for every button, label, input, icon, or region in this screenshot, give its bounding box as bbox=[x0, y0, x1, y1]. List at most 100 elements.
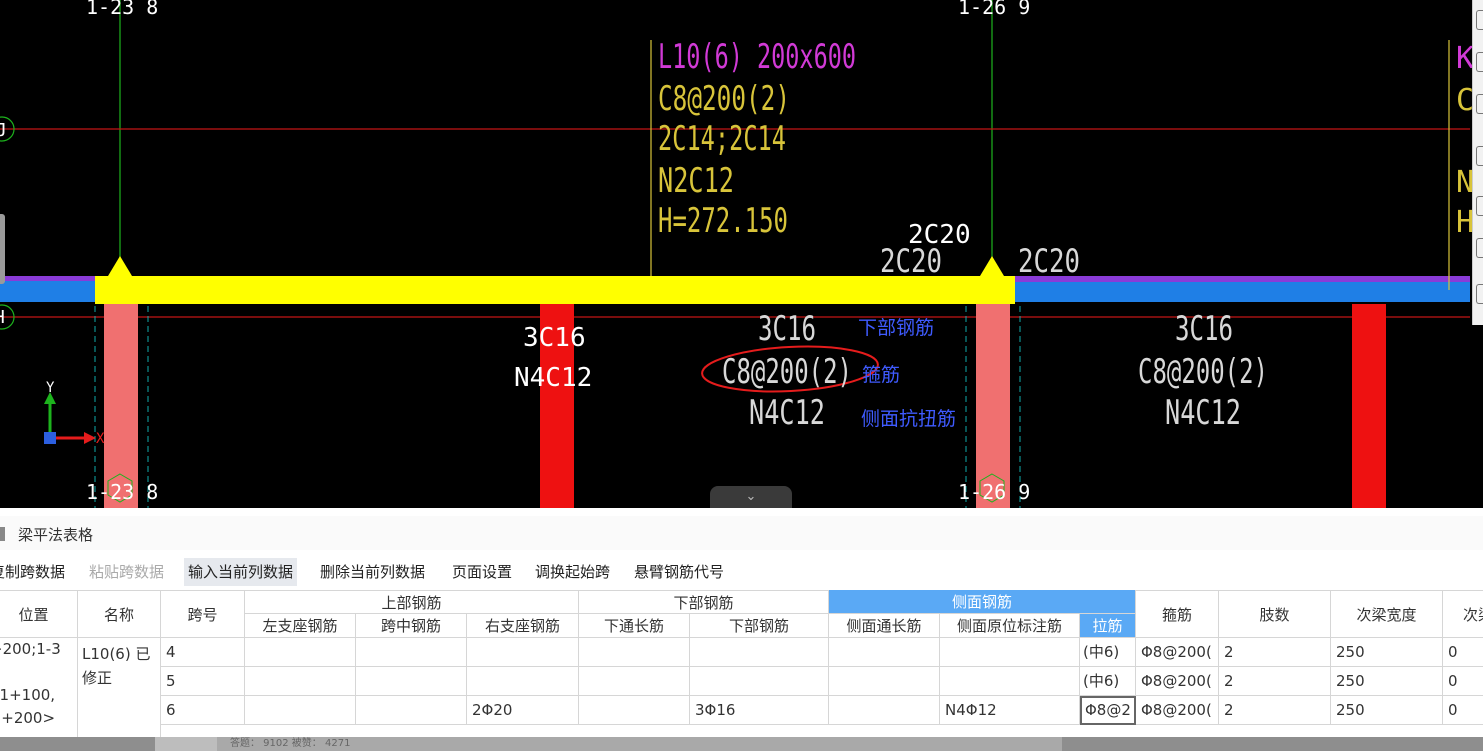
row5-sub-beam-extra[interactable]: 0 bbox=[1443, 667, 1483, 696]
collapse-panel-button[interactable]: ⌄ bbox=[710, 486, 792, 508]
row6-right-support[interactable]: 2Φ20 bbox=[467, 696, 579, 725]
header-sub-beam-extra[interactable]: 次梁 bbox=[1443, 590, 1483, 638]
row5-stirrup[interactable]: Φ8@200( bbox=[1136, 667, 1219, 696]
row6-legs[interactable]: 2 bbox=[1219, 696, 1331, 725]
position-line: 11+100, bbox=[0, 686, 56, 704]
row4-tie[interactable]: (中6) bbox=[1080, 638, 1136, 667]
input-column-button[interactable]: 输入当前列数据 bbox=[184, 558, 298, 586]
beam-purple-left bbox=[0, 276, 110, 281]
row6-tie-editing[interactable]: Φ8@2 bbox=[1080, 696, 1136, 725]
annotation-bottom-bar: 下部钢筋 bbox=[858, 317, 935, 339]
header-sub-beam-width[interactable]: 次梁宽度 bbox=[1331, 590, 1443, 638]
row6-sub-beam-extra[interactable]: 0 bbox=[1443, 696, 1483, 725]
row4-sub-beam-width[interactable]: 250 bbox=[1331, 638, 1443, 667]
row4-left-support[interactable] bbox=[245, 638, 356, 667]
toolbar-icon[interactable] bbox=[1476, 146, 1483, 166]
row5-side-inplace[interactable] bbox=[940, 667, 1080, 696]
row4-right-support[interactable] bbox=[467, 638, 579, 667]
toolbar-icon[interactable] bbox=[1476, 52, 1483, 72]
row6-span[interactable]: 6 bbox=[161, 696, 245, 725]
row4-legs[interactable]: 2 bbox=[1219, 638, 1331, 667]
header-name[interactable]: 名称 bbox=[78, 590, 161, 638]
toolbar-icon[interactable] bbox=[1476, 10, 1483, 30]
header-side-inplace[interactable]: 侧面原位标注筋 bbox=[940, 614, 1080, 638]
header-position[interactable]: 位置 bbox=[0, 590, 78, 638]
beam-name-label: L10(6) 200x600 bbox=[658, 37, 856, 77]
axis-label-bottom-left: 1-23 8 bbox=[86, 480, 158, 504]
row6-stirrup[interactable]: Φ8@200( bbox=[1136, 696, 1219, 725]
toolbar-icon[interactable] bbox=[1476, 94, 1483, 114]
cantilever-code-button[interactable]: 悬臂钢筋代号 bbox=[630, 558, 728, 586]
panel-titlebar: 梁平法表格 bbox=[0, 516, 1483, 550]
support-marker-left bbox=[108, 256, 132, 276]
toolbar-icon[interactable] bbox=[1476, 238, 1483, 258]
header-bottom-bar[interactable]: 下部钢筋 bbox=[690, 614, 829, 638]
delete-column-button[interactable]: 删除当前列数据 bbox=[316, 558, 429, 586]
cad-drawing: 1-23 8 1-26 9 J H 1-23 8 1-26 9 L10(6) 2… bbox=[0, 0, 1474, 508]
header-bottom-through[interactable]: 下通长筋 bbox=[579, 614, 690, 638]
swap-start-span-button[interactable]: 调换起始跨 bbox=[531, 558, 614, 586]
span-mid-bottom-label: 3C16 bbox=[758, 309, 816, 349]
row4-span[interactable]: 4 bbox=[161, 638, 245, 667]
row5-side-through[interactable] bbox=[829, 667, 940, 696]
left-panel-handle[interactable] bbox=[0, 214, 5, 284]
header-mid-span[interactable]: 跨中钢筋 bbox=[356, 614, 467, 638]
row5-mid-span[interactable] bbox=[356, 667, 467, 696]
header-span[interactable]: 跨号 bbox=[161, 590, 245, 638]
span-mid-side-label: N4C12 bbox=[749, 393, 825, 433]
row4-bottom-through[interactable] bbox=[579, 638, 690, 667]
row5-span[interactable]: 5 bbox=[161, 667, 245, 696]
position-cell[interactable]: +200;1-3 3 11+100, H+200> bbox=[0, 638, 78, 738]
row5-sub-beam-width[interactable]: 250 bbox=[1331, 667, 1443, 696]
header-side-group: 侧面钢筋 bbox=[829, 590, 1136, 614]
header-stirrup[interactable]: 箍筋 bbox=[1136, 590, 1219, 638]
support-marker-mid bbox=[980, 256, 1004, 276]
cad-drawing-canvas[interactable]: 1-23 8 1-26 9 J H 1-23 8 1-26 9 L10(6) 2… bbox=[0, 0, 1483, 508]
row4-bottom-bar[interactable] bbox=[690, 638, 829, 667]
copy-span-button[interactable]: 复制跨数据 bbox=[0, 558, 69, 586]
header-right-support[interactable]: 右支座钢筋 bbox=[467, 614, 579, 638]
row4-mid-span[interactable] bbox=[356, 638, 467, 667]
position-line: 3 bbox=[0, 661, 77, 684]
header-left-support[interactable]: 左支座钢筋 bbox=[245, 614, 356, 638]
row5-bottom-bar[interactable] bbox=[690, 667, 829, 696]
header-tie[interactable]: 拉筋 bbox=[1080, 614, 1136, 638]
row5-left-support[interactable] bbox=[245, 667, 356, 696]
row4-side-inplace[interactable] bbox=[940, 638, 1080, 667]
row6-left-support[interactable] bbox=[245, 696, 356, 725]
row5-tie[interactable]: (中6) bbox=[1080, 667, 1136, 696]
chevron-down-icon: ⌄ bbox=[745, 489, 757, 504]
row5-bottom-through[interactable] bbox=[579, 667, 690, 696]
column-mid bbox=[976, 304, 1010, 508]
row5-right-support[interactable] bbox=[467, 667, 579, 696]
beam-selected[interactable] bbox=[95, 276, 1015, 304]
right-toolbar bbox=[1472, 0, 1483, 325]
paste-span-button[interactable]: 粘贴跨数据 bbox=[85, 558, 168, 586]
toolbar-icon[interactable] bbox=[1476, 196, 1483, 216]
row5-legs[interactable]: 2 bbox=[1219, 667, 1331, 696]
row6-side-through[interactable] bbox=[829, 696, 940, 725]
row6-sub-beam-width[interactable]: 250 bbox=[1331, 696, 1443, 725]
span-right-bottom-label: 3C16 bbox=[1175, 309, 1233, 349]
row6-bottom-bar[interactable]: 3Φ16 bbox=[690, 696, 829, 725]
column-right bbox=[1352, 304, 1386, 508]
annotation-stirrup: 箍筋 bbox=[862, 364, 901, 386]
span-right-stirrup-label: C8@200(2) bbox=[1138, 352, 1268, 392]
header-legs[interactable]: 肢数 bbox=[1219, 590, 1331, 638]
row4-sub-beam-extra[interactable]: 0 bbox=[1443, 638, 1483, 667]
beam-table: 位置 名称 跨号 上部钢筋 下部钢筋 侧面钢筋 箍筋 肢数 次梁宽度 次梁 左支… bbox=[0, 590, 1483, 751]
x-axis-label: X bbox=[96, 431, 105, 447]
row4-stirrup[interactable]: Φ8@200( bbox=[1136, 638, 1219, 667]
axis-label-top-mid: 1-26 9 bbox=[958, 0, 1030, 19]
row4-side-through[interactable] bbox=[829, 638, 940, 667]
header-side-through[interactable]: 侧面通长筋 bbox=[829, 614, 940, 638]
row6-bottom-through[interactable] bbox=[579, 696, 690, 725]
page-setup-button[interactable]: 页面设置 bbox=[448, 558, 516, 586]
row6-side-inplace[interactable]: N4Φ12 bbox=[940, 696, 1080, 725]
toolbar-icon[interactable] bbox=[1476, 284, 1483, 304]
origin-marker bbox=[44, 432, 56, 444]
name-cell[interactable]: L10(6) 已 修正 bbox=[78, 638, 161, 738]
table-toolbar: 复制跨数据 粘贴跨数据 输入当前列数据 删除当前列数据 页面设置 调换起始跨 悬… bbox=[0, 558, 1483, 586]
row6-mid-span[interactable] bbox=[356, 696, 467, 725]
beam-side-bars-label: N2C12 bbox=[658, 161, 734, 201]
